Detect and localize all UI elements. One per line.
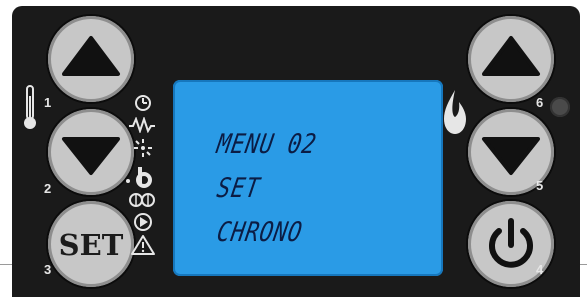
fan-icon bbox=[134, 139, 152, 157]
control-panel: 1 2 SET 3 MENU 02 SET CHRONO 6 5 4 bbox=[12, 6, 580, 297]
up-button-1[interactable] bbox=[48, 16, 134, 102]
up-button-6[interactable] bbox=[468, 16, 554, 102]
recipe-icon bbox=[129, 193, 155, 207]
thermometer-icon bbox=[24, 85, 36, 129]
button-number-3: 3 bbox=[44, 262, 52, 277]
lcd-screen: MENU 02 SET CHRONO bbox=[173, 80, 443, 276]
pellet-icon bbox=[126, 167, 152, 188]
lcd-line-2: SET bbox=[214, 173, 263, 204]
up-triangle-icon bbox=[482, 36, 540, 76]
lcd-line-1: MENU 02 bbox=[214, 129, 320, 160]
button-number-5: 5 bbox=[536, 178, 544, 193]
lcd-line-3: CHRONO bbox=[214, 217, 305, 248]
up-triangle-icon bbox=[62, 36, 120, 76]
button-number-6: 6 bbox=[536, 95, 544, 110]
button-number-1: 1 bbox=[44, 95, 52, 110]
clock-icon bbox=[135, 95, 151, 111]
play-icon bbox=[134, 213, 152, 231]
heating-icon bbox=[129, 117, 155, 133]
warning-icon bbox=[131, 235, 155, 255]
flame-icon bbox=[444, 90, 466, 134]
set-button-3[interactable]: SET bbox=[48, 201, 134, 287]
button-number-4: 4 bbox=[536, 262, 544, 277]
button-number-2: 2 bbox=[44, 181, 52, 196]
set-button-label: SET bbox=[58, 228, 124, 262]
